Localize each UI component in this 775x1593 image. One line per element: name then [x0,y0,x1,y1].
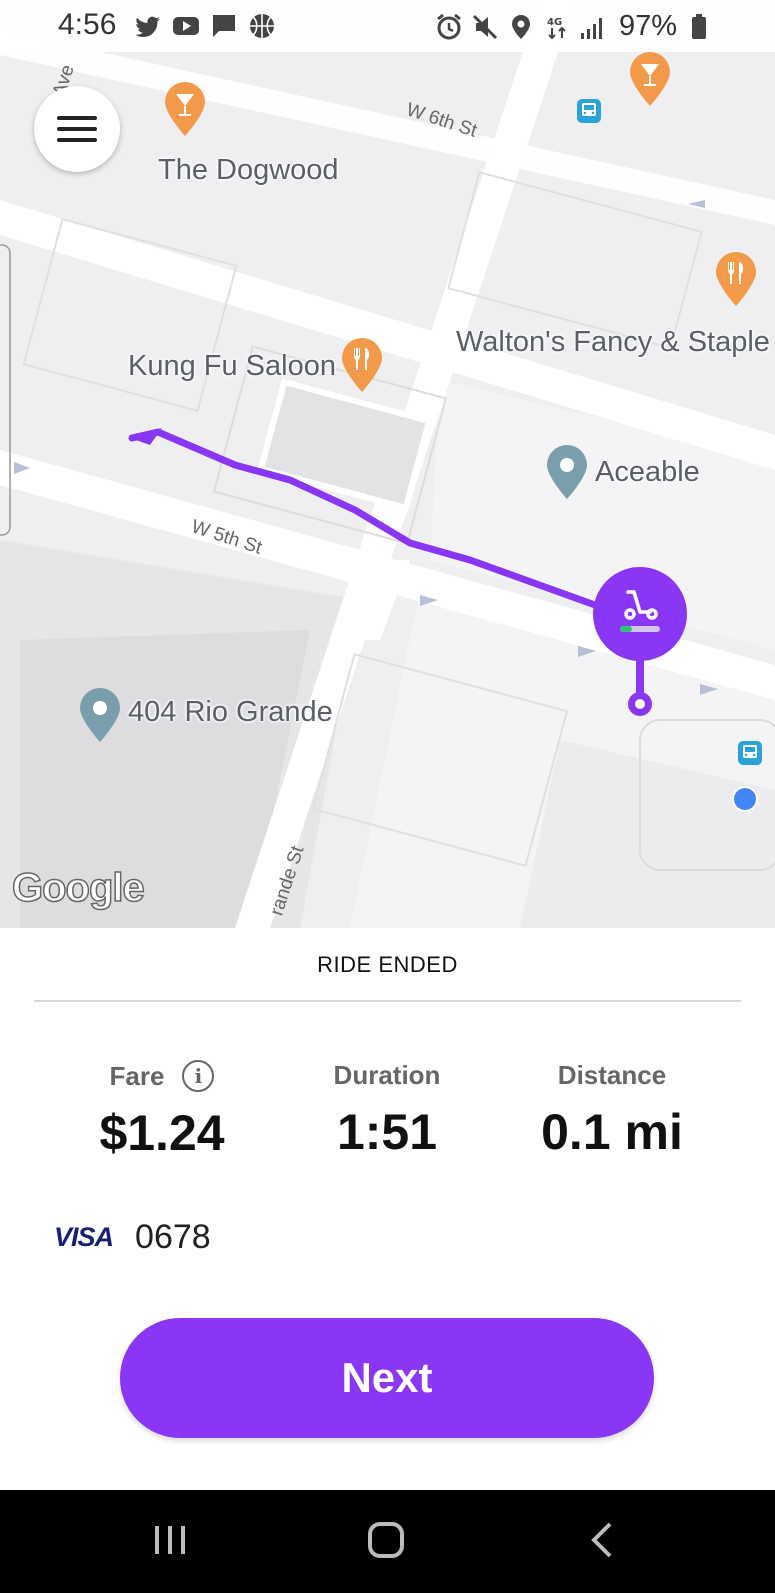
place-label-waltons[interactable]: Walton's Fancy & Staple [456,326,770,359]
bar-pin-icon[interactable] [163,82,207,138]
payment-method[interactable]: VISA 0678 [54,1218,211,1257]
duration-value: 1:51 [336,1104,438,1160]
visa-logo: VISA [54,1222,114,1252]
menu-button[interactable] [34,86,120,172]
bus-stop-icon[interactable] [737,740,763,766]
data-icon: 4G [547,17,566,39]
place-label-404-rio-grande[interactable]: 404 Rio Grande [128,696,333,729]
twitter-icon [135,16,160,37]
youtube-icon [173,17,199,35]
ride-summary-sheet: RIDE ENDED Fare i $1.24 Duration 1:51 Di… [0,928,775,1490]
basketball-icon [250,14,274,38]
divider [34,1000,741,1002]
status-time: 4:56 [58,8,117,41]
distance-label: Distance [557,1060,667,1090]
info-icon[interactable]: i [182,1060,215,1092]
battery-icon [692,13,706,39]
duration-label: Duration [333,1060,441,1090]
home-icon[interactable] [366,1520,406,1560]
location-icon [511,14,530,39]
place-label-aceable[interactable]: Aceable [595,456,700,489]
fare-value: $1.24 [99,1105,225,1161]
system-nav-bar [0,1490,775,1593]
restaurant-pin-icon[interactable] [714,252,758,308]
place-label-dogwood[interactable]: The Dogwood [158,154,339,187]
mute-icon [472,14,498,39]
fare-label: Fare [109,1060,165,1091]
hamburger-icon [57,116,97,120]
recent-apps-icon[interactable] [152,1520,188,1560]
distance-stat: Distance 0.1 mi [502,1060,722,1161]
message-icon [213,15,235,37]
sheet-title: RIDE ENDED [317,952,458,977]
next-button[interactable]: Next [120,1318,654,1438]
scooter-marker-icon[interactable] [592,566,688,722]
place-pin-icon[interactable] [545,445,589,501]
place-label-kung-fu-saloon[interactable]: Kung Fu Saloon [128,350,336,383]
battery-percent: 97% [618,10,677,42]
signal-icon [580,17,602,39]
card-last-digits: 0678 [135,1218,211,1256]
duration-stat: Duration 1:51 [277,1060,497,1161]
distance-value: 0.1 mi [541,1104,683,1160]
place-pin-icon[interactable] [78,688,122,744]
restaurant-pin-icon[interactable] [340,338,384,394]
bus-stop-icon[interactable] [576,98,602,124]
status-bar: 4:56 4G 97% [0,0,775,52]
google-logo: Google [11,865,145,911]
bar-pin-icon[interactable] [628,52,672,108]
back-icon[interactable] [588,1520,616,1560]
fare-stat: Fare i $1.24 [52,1060,272,1162]
alarm-icon [437,13,461,39]
current-location-dot [732,786,758,812]
svg-text:4G: 4G [547,17,562,28]
